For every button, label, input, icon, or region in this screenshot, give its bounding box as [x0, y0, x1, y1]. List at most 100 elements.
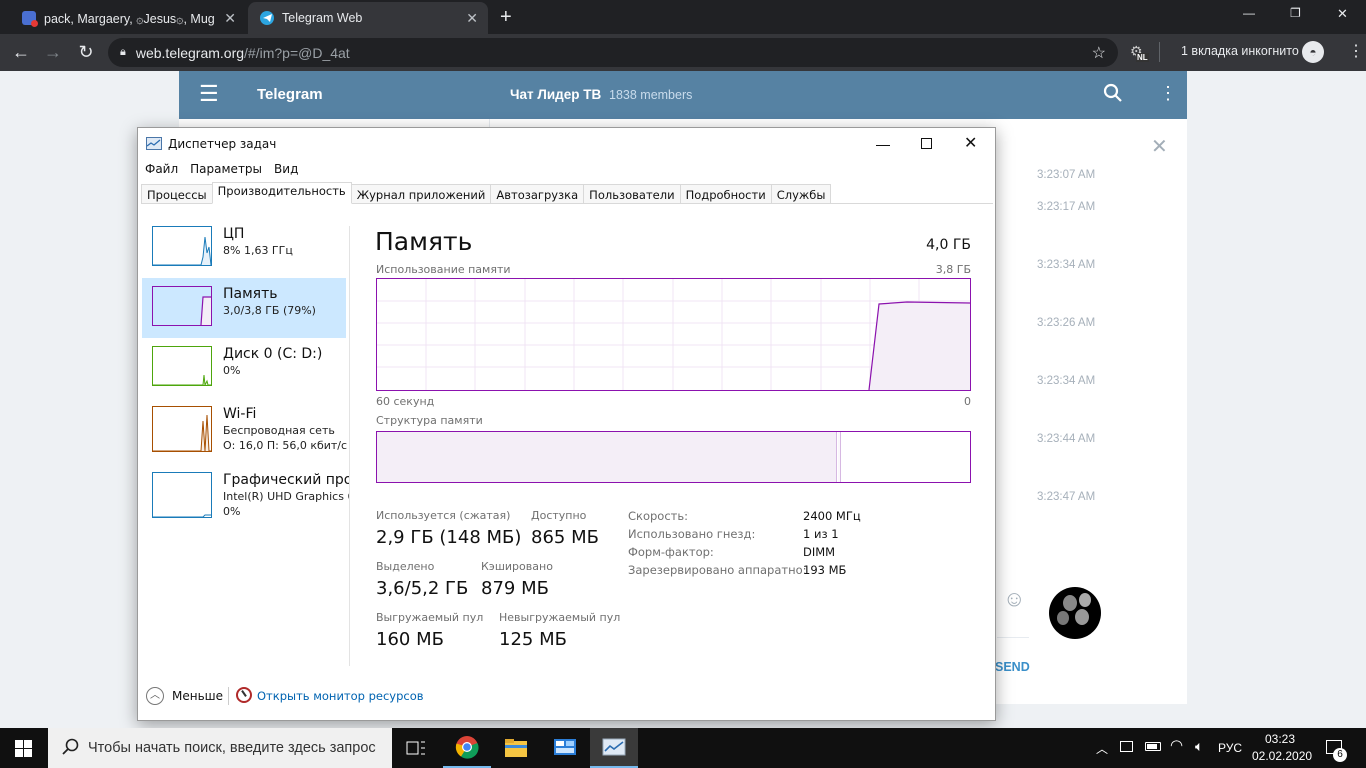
wifi-icon[interactable]: ◠ [1170, 736, 1183, 754]
file-explorer-icon[interactable] [492, 728, 540, 768]
spec-key: Зарезервировано аппаратно: [628, 563, 807, 577]
wifi-thumbnail [152, 406, 212, 452]
divider [349, 226, 350, 666]
more-icon[interactable]: ⋮ [1159, 83, 1177, 104]
back-icon[interactable]: ← [10, 42, 32, 63]
close-button[interactable]: ✕ [964, 133, 977, 152]
app-name: Telegram [257, 86, 323, 103]
menu-file[interactable]: Файл [145, 162, 178, 176]
hamburger-icon[interactable]: ☰ [199, 83, 219, 105]
search-placeholder: Чтобы начать поиск, введите здесь запрос [88, 740, 376, 756]
tab-performance[interactable]: Производительность [211, 182, 352, 204]
chat-title[interactable]: Чат Лидер ТВ [510, 87, 601, 102]
menu-view[interactable]: Вид [274, 162, 298, 176]
extension-icon[interactable]: ⚙ NL [1130, 43, 1150, 63]
close-icon[interactable]: ✕ [224, 10, 236, 27]
close-icon[interactable]: ✕ [466, 10, 478, 27]
available-label: Доступно [531, 509, 587, 522]
menu-options[interactable]: Параметры [190, 162, 262, 176]
lock-icon: 🔒︎ [120, 46, 126, 58]
language-indicator[interactable]: РУС [1218, 741, 1242, 755]
minimize-button[interactable]: — [1243, 6, 1255, 20]
tab-strip: Процессы Производительность Журнал прило… [141, 182, 993, 204]
chevron-up-icon[interactable]: ︿ [1096, 740, 1108, 757]
sidebar-subtitle: 0% [223, 364, 241, 377]
spec-value: 1 из 1 [803, 527, 839, 541]
telegram-icon [260, 11, 274, 25]
tab-details[interactable]: Подробности [679, 184, 772, 203]
in-use-segment [377, 432, 837, 482]
menu-icon[interactable]: ⋮ [1348, 41, 1364, 61]
maximize-button[interactable] [921, 138, 932, 149]
timestamp: 3:23:26 AM [1037, 317, 1096, 329]
address-bar[interactable]: 🔒︎ web.telegram.org /#/im?p=@D_4at ☆ [108, 38, 1118, 67]
sidebar-item-gpu[interactable]: Графический про Intel(R) UHD Graphics 60… [142, 464, 350, 524]
resource-monitor-icon [236, 687, 252, 703]
tab-users[interactable]: Пользователи [583, 184, 681, 203]
available-value: 865 МБ [531, 527, 599, 548]
tab-processes[interactable]: Процессы [141, 184, 213, 203]
task-manager-taskbar-icon[interactable] [590, 728, 638, 768]
close-window-button[interactable]: ✕ [1337, 6, 1348, 22]
sidebar-item-cpu[interactable]: ЦП 8% 1,63 ГГц [142, 218, 346, 278]
network-device-icon[interactable] [1120, 741, 1133, 752]
clock-time[interactable]: 03:23 [1252, 732, 1308, 746]
extension-badge: NL [1136, 53, 1149, 62]
tab-title: pack, Margaery, ۞Jesus۞, Mug [44, 11, 215, 26]
browser-tab[interactable]: pack, Margaery, ۞Jesus۞, Mug ✕ [10, 2, 246, 34]
incognito-label[interactable]: 1 вкладка инкогнито [1181, 44, 1299, 58]
sidebar-item-wifi[interactable]: Wi-Fi Беспроводная сеть О: 16,0 П: 56,0 … [142, 398, 347, 458]
star-icon[interactable]: ☆ [1092, 43, 1106, 63]
url-host: web.telegram.org [135, 44, 245, 61]
chrome-icon[interactable] [443, 728, 491, 768]
in-use-value: 2,9 ГБ (148 МБ) [376, 527, 522, 548]
search-icon[interactable] [1103, 83, 1123, 103]
paged-pool-label: Выгружаемый пул [376, 611, 484, 624]
fewer-details-button[interactable]: Меньше [172, 689, 223, 703]
url-path: /#/im?p=@D_4at [244, 44, 350, 61]
chevron-up-icon[interactable]: ︿ [146, 687, 164, 705]
control-panel-icon[interactable] [541, 728, 589, 768]
new-tab-button[interactable]: + [500, 6, 512, 29]
spec-key: Форм-фактор: [628, 545, 714, 559]
volume-icon[interactable]: 🔈︎ [1195, 738, 1203, 755]
task-view-icon[interactable] [392, 728, 440, 768]
battery-icon[interactable] [1145, 742, 1161, 751]
usage-max: 3,8 ГБ [935, 263, 971, 276]
avatar[interactable] [1049, 587, 1101, 639]
sidebar-item-disk[interactable]: Диск 0 (C: D:) 0% [142, 338, 346, 398]
divider [1159, 42, 1160, 62]
members-count: 1838 members [609, 88, 693, 102]
open-resource-monitor-link[interactable]: Открыть монитор ресурсов [257, 689, 424, 703]
telegram-header: ☰ Telegram Чат Лидер ТВ 1838 members ⋮ [179, 71, 1187, 119]
windows-start-icon[interactable] [15, 740, 32, 757]
panel-heading: Память [375, 227, 473, 256]
tab-startup[interactable]: Автозагрузка [490, 184, 585, 203]
tab-app-history[interactable]: Журнал приложений [350, 184, 492, 203]
memory-usage-graph [376, 278, 971, 391]
minimize-button[interactable] [876, 145, 890, 146]
incognito-icon[interactable]: ◓ [1302, 41, 1324, 63]
sidebar-item-memory[interactable]: Память 3,0/3,8 ГБ (79%) [142, 278, 346, 338]
send-button[interactable]: SEND [995, 660, 1030, 674]
usage-label: Использование памяти [376, 263, 511, 276]
tab-title: Telegram Web [282, 11, 363, 25]
sidebar-title: Диск 0 (C: D:) [223, 346, 323, 362]
paged-pool-value: 160 МБ [376, 629, 444, 650]
close-icon[interactable]: ✕ [1151, 134, 1168, 159]
news-icon [22, 11, 38, 27]
sidebar-subtitle: 8% 1,63 ГГц [223, 244, 293, 257]
sidebar-title: Wi-Fi [223, 406, 257, 422]
forward-icon[interactable]: → [42, 42, 64, 63]
browser-tab-active[interactable]: Telegram Web ✕ [248, 2, 488, 34]
cached-label: Кэшировано [481, 560, 553, 573]
emoji-icon[interactable]: ☺ [1003, 586, 1025, 612]
reload-icon[interactable]: ↻ [75, 42, 97, 63]
taskbar-search-box[interactable]: Чтобы начать поиск, введите здесь запрос [48, 728, 392, 768]
tab-services[interactable]: Службы [770, 184, 832, 203]
clock-date[interactable]: 02.02.2020 [1252, 749, 1312, 763]
restore-button[interactable]: ❐ [1290, 6, 1301, 20]
nonpaged-pool-value: 125 МБ [499, 629, 567, 650]
timestamp: 3:23:34 AM [1037, 259, 1096, 271]
cpu-thumbnail [152, 226, 212, 266]
